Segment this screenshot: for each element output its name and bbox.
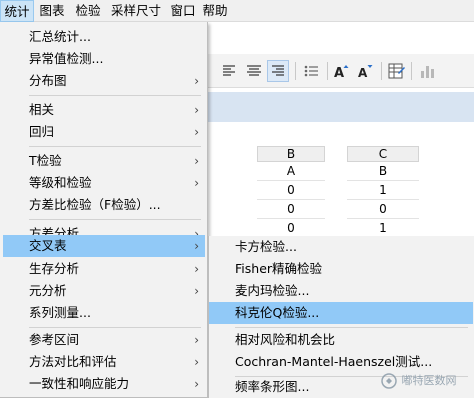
chevron-right-icon: › xyxy=(194,262,199,276)
menu-separator xyxy=(29,95,201,96)
menu-item-cmh-test[interactable]: Cochran-Mantel-Haenszel测试... xyxy=(209,351,473,373)
menu-item-label: 等级和检验 xyxy=(29,175,92,190)
menu-item-serial-measurements[interactable]: 系列测量... xyxy=(3,302,205,324)
align-left-icon[interactable] xyxy=(219,60,241,82)
watermark: 嘟特医数网 xyxy=(380,372,472,396)
column-header-b[interactable]: B xyxy=(257,146,325,162)
menu-item-survival-analysis[interactable]: 生存分析 › xyxy=(3,258,205,280)
menu-item-outlier-detection[interactable]: 异常值检测... xyxy=(3,48,205,70)
menu-item-relative-risk-odds-ratio[interactable]: 相对风险和机会比 xyxy=(209,329,473,351)
table-cell[interactable]: 0 xyxy=(257,200,325,219)
toolbar-separator xyxy=(327,62,328,80)
chevron-right-icon: › xyxy=(194,333,199,347)
document-header-band xyxy=(207,92,474,122)
menu-separator xyxy=(235,327,468,328)
chart-icon[interactable] xyxy=(417,60,439,82)
menu-item-distribution-plots[interactable]: 分布图 › xyxy=(3,70,205,92)
table-cell[interactable]: 0 xyxy=(347,200,419,219)
menu-item-label: 回归 xyxy=(29,124,55,139)
column-header-c[interactable]: C xyxy=(347,146,419,162)
menu-tests[interactable]: 检验 xyxy=(72,0,104,22)
menu-item-t-test[interactable]: T检验 › xyxy=(3,150,205,172)
toolbar-separator xyxy=(295,62,296,80)
menu-item-f-test[interactable]: 方差比检验（F检验）... xyxy=(3,194,205,216)
watermark-text: 嘟特医数网 xyxy=(401,374,457,387)
chevron-right-icon: › xyxy=(194,154,199,168)
chevron-right-icon: › xyxy=(194,125,199,139)
menu-separator xyxy=(29,219,201,220)
menu-item-label: 相关 xyxy=(29,102,55,117)
font-decrease-icon[interactable]: A xyxy=(355,60,377,82)
table-cell[interactable]: A xyxy=(257,162,325,181)
menu-charts[interactable]: 图表 xyxy=(36,0,68,22)
menu-item-crosstab[interactable]: 交叉表 › xyxy=(3,235,205,257)
menu-item-rank-sum-test[interactable]: 等级和检验 › xyxy=(3,172,205,194)
menu-item-method-comparison[interactable]: 方法对比和评估 › xyxy=(3,351,205,373)
menu-item-agreement-responsiveness[interactable]: 一致性和响应能力 › xyxy=(3,373,205,395)
chevron-right-icon: › xyxy=(194,176,199,190)
table-cell[interactable]: 1 xyxy=(347,181,419,200)
menu-item-label: 生存分析 xyxy=(29,261,80,276)
menu-sample-size[interactable]: 采样尺寸 xyxy=(108,0,164,22)
chevron-right-icon: › xyxy=(194,74,199,88)
chevron-right-icon: › xyxy=(194,103,199,117)
format-table-icon[interactable] xyxy=(385,60,407,82)
menu-separator xyxy=(29,146,201,147)
menu-item-label: 汇总统计... xyxy=(29,29,91,44)
menu-item-label: T检验 xyxy=(29,153,62,168)
font-increase-icon[interactable]: A xyxy=(331,60,353,82)
menu-item-reference-intervals[interactable]: 参考区间 › xyxy=(3,329,205,351)
chevron-right-icon: › xyxy=(194,355,199,369)
menu-item-label: 方法对比和评估 xyxy=(29,354,117,369)
menu-statistics[interactable]: 统计 xyxy=(0,0,34,22)
svg-text:A: A xyxy=(334,66,344,81)
chevron-right-icon: › xyxy=(194,377,199,391)
align-right-icon[interactable] xyxy=(267,60,289,82)
chevron-right-icon: › xyxy=(194,239,199,253)
menu-item-label: 异常值检测... xyxy=(29,51,104,66)
svg-text:A: A xyxy=(358,66,368,80)
menu-help[interactable]: 帮助 xyxy=(200,0,230,22)
menu-item-label: 元分析 xyxy=(29,283,67,298)
menu-item-label: 参考区间 xyxy=(29,332,80,347)
menu-item-meta-analysis[interactable]: 元分析 › xyxy=(3,280,205,302)
align-center-icon[interactable] xyxy=(243,60,265,82)
menu-item-label: 交叉表 xyxy=(29,238,67,253)
menu-item-chi-square-test[interactable]: 卡方检验... xyxy=(209,236,473,258)
menu-window[interactable]: 窗口 xyxy=(168,0,198,22)
table-cell[interactable]: 0 xyxy=(257,181,325,200)
menu-item-summary-statistics[interactable]: 汇总统计... xyxy=(3,26,205,48)
toolbar-separator xyxy=(411,62,412,80)
menu-item-label: 方差比检验（F检验）... xyxy=(29,197,161,212)
menu-item-fisher-exact-test[interactable]: Fisher精确检验 xyxy=(209,258,473,280)
menu-item-label: 一致性和响应能力 xyxy=(29,376,130,391)
table-cell[interactable]: B xyxy=(347,162,419,181)
menu-separator xyxy=(29,327,201,328)
menu-item-mcnemar-test[interactable]: 麦内玛检验... xyxy=(209,280,473,302)
bullet-list-icon[interactable] xyxy=(301,60,323,82)
toolbar-separator xyxy=(381,62,382,80)
toolbar: A A xyxy=(207,54,474,88)
chevron-right-icon: › xyxy=(194,284,199,298)
menu-item-label: 系列测量... xyxy=(29,305,91,320)
menu-item-cochran-q-test[interactable]: 科克伦Q检验... xyxy=(209,302,473,324)
menu-item-regression[interactable]: 回归 › xyxy=(3,121,205,143)
menu-item-label: 分布图 xyxy=(29,73,67,88)
menu-item-correlation[interactable]: 相关 › xyxy=(3,99,205,121)
statistics-menu: 汇总统计... 异常值检测... 分布图 › 相关 › 回归 › T检验 › 等级和检验… xyxy=(0,22,208,398)
menu-bar: 统计 图表 检验 采样尺寸 窗口 帮助 xyxy=(0,0,474,22)
watermark-logo-icon xyxy=(381,373,397,389)
